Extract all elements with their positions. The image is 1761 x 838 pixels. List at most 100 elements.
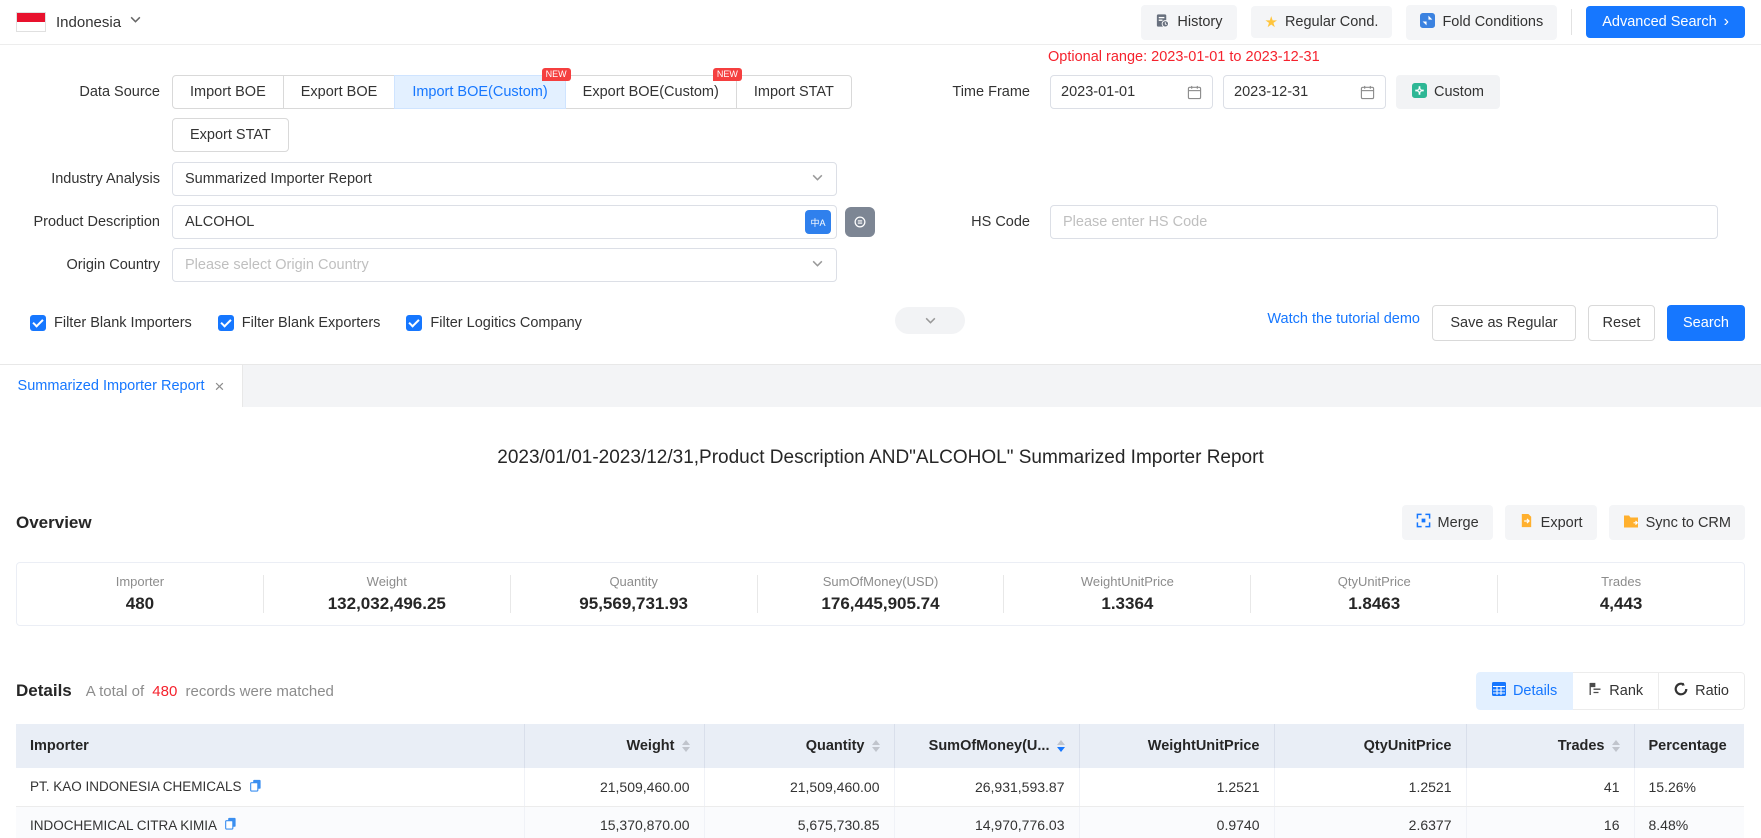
sync-to-crm-label: Sync to CRM xyxy=(1646,515,1731,531)
checkbox-label: Filter Blank Importers xyxy=(54,315,192,331)
tab-summarized-importer-report[interactable]: Summarized Importer Report × xyxy=(0,365,243,407)
reset-button[interactable]: Reset xyxy=(1588,305,1655,341)
option-label: Import BOE xyxy=(190,84,266,100)
history-label: History xyxy=(1177,14,1222,30)
col-quantity[interactable]: Quantity xyxy=(704,724,894,768)
product-description-input[interactable] xyxy=(172,205,837,239)
country-selector-label[interactable]: Indonesia xyxy=(56,14,121,31)
regular-cond-label: Regular Cond. xyxy=(1285,14,1379,30)
calendar-icon xyxy=(1187,85,1202,100)
origin-country-label: Origin Country xyxy=(0,257,172,273)
data-source-import-boe[interactable]: Import BOE xyxy=(172,75,284,109)
stat-value: 4,443 xyxy=(1600,594,1643,614)
cell-weight: 15,370,870.00 xyxy=(524,806,704,838)
overview-stats-card: Importer 480 Weight 132,032,496.25 Quant… xyxy=(16,562,1745,626)
importer-details-table: Importer Weight Quantity SumOfMoney(U...… xyxy=(16,724,1744,838)
stat-value: 1.3364 xyxy=(1101,594,1153,614)
export-button[interactable]: Export xyxy=(1505,505,1597,540)
data-source-export-boe-custom[interactable]: Export BOE(Custom) NEW xyxy=(565,75,737,109)
view-switcher: Details Rank Ratio xyxy=(1476,672,1745,710)
option-label: Export BOE(Custom) xyxy=(583,84,719,100)
cell-percentage: 15.26% xyxy=(1634,768,1744,806)
cell-quantity: 21,509,460.00 xyxy=(704,768,894,806)
importer-name-link[interactable]: INDOCHEMICAL CITRA KIMIA xyxy=(30,818,217,833)
overview-heading: Overview xyxy=(16,513,92,533)
date-to-field[interactable]: 2023-12-31 xyxy=(1223,75,1386,109)
col-weight-unit-price: WeightUnitPrice xyxy=(1079,724,1274,768)
view-label: Ratio xyxy=(1695,683,1729,699)
col-label: Quantity xyxy=(806,738,865,754)
chevron-down-icon[interactable] xyxy=(129,13,142,31)
divider xyxy=(1571,9,1572,35)
col-sum-of-money[interactable]: SumOfMoney(U... xyxy=(894,724,1079,768)
exact-match-icon[interactable] xyxy=(845,207,875,237)
data-source-export-stat[interactable]: Export STAT xyxy=(172,118,289,152)
view-ratio-button[interactable]: Ratio xyxy=(1659,672,1745,710)
sort-icon[interactable] xyxy=(1612,740,1620,752)
filter-blank-exporters-checkbox[interactable]: Filter Blank Exporters xyxy=(218,315,381,331)
expand-conditions-button[interactable] xyxy=(895,307,965,334)
top-bar: Indonesia History ★ Regular Cond. Fold C… xyxy=(0,0,1761,45)
hs-code-input[interactable] xyxy=(1050,205,1718,239)
industry-analysis-value: Summarized Importer Report xyxy=(185,171,811,187)
chevron-down-icon xyxy=(811,257,824,274)
tutorial-demo-link[interactable]: Watch the tutorial demo xyxy=(1267,311,1420,327)
checkbox-checked-icon xyxy=(406,315,422,331)
search-button[interactable]: Search xyxy=(1667,305,1745,341)
history-button[interactable]: History xyxy=(1141,5,1236,40)
col-label: Percentage xyxy=(1649,738,1727,754)
origin-country-select[interactable]: Please select Origin Country xyxy=(172,248,837,282)
custom-label: Custom xyxy=(1434,84,1484,100)
chevron-right-icon: › xyxy=(1724,14,1729,30)
sync-to-crm-button[interactable]: Sync to CRM xyxy=(1609,505,1745,540)
col-label: QtyUnitPrice xyxy=(1364,738,1452,754)
translate-icon[interactable]: 中A xyxy=(805,210,831,234)
table-header-row: Importer Weight Quantity SumOfMoney(U...… xyxy=(16,724,1744,768)
stat-quantity: Quantity 95,569,731.93 xyxy=(511,574,757,614)
stat-value: 176,445,905.74 xyxy=(821,594,939,614)
advanced-search-button[interactable]: Advanced Search › xyxy=(1586,6,1745,38)
data-source-export-boe[interactable]: Export BOE xyxy=(283,75,396,109)
data-source-import-boe-custom[interactable]: Import BOE(Custom) NEW xyxy=(394,75,565,109)
industry-analysis-select[interactable]: Summarized Importer Report xyxy=(172,162,837,196)
date-from-field[interactable]: 2023-01-01 xyxy=(1050,75,1213,109)
sort-icon[interactable] xyxy=(682,740,690,752)
origin-country-placeholder: Please select Origin Country xyxy=(185,257,811,273)
col-trades[interactable]: Trades xyxy=(1466,724,1634,768)
filter-blank-importers-checkbox[interactable]: Filter Blank Importers xyxy=(30,315,192,331)
view-details-button[interactable]: Details xyxy=(1476,672,1573,710)
close-icon[interactable]: × xyxy=(215,378,225,395)
copy-icon[interactable] xyxy=(224,817,237,833)
rank-icon xyxy=(1588,682,1602,700)
stat-sum-of-money: SumOfMoney(USD) 176,445,905.74 xyxy=(758,574,1004,614)
tab-label: Summarized Importer Report xyxy=(18,378,205,394)
optional-range-hint: Optional range: 2023-01-01 to 2023-12-31 xyxy=(1048,49,1320,65)
sort-icon[interactable] xyxy=(872,740,880,752)
view-rank-button[interactable]: Rank xyxy=(1573,672,1659,710)
filter-logitics-company-checkbox[interactable]: Filter Logitics Company xyxy=(406,315,582,331)
total-count: 480 xyxy=(152,683,177,700)
copy-icon[interactable] xyxy=(249,779,262,795)
stat-label: Weight xyxy=(367,574,407,589)
chevron-down-icon xyxy=(924,314,937,327)
cell-qty-unit-price: 2.6377 xyxy=(1274,806,1466,838)
sort-desc-icon[interactable] xyxy=(1057,740,1065,752)
table-row: INDOCHEMICAL CITRA KIMIA 15,370,870.00 5… xyxy=(16,806,1744,838)
save-as-regular-button[interactable]: Save as Regular xyxy=(1432,305,1576,341)
cell-trades: 41 xyxy=(1466,768,1634,806)
stat-weight: Weight 132,032,496.25 xyxy=(264,574,510,614)
stat-label: QtyUnitPrice xyxy=(1338,574,1411,589)
cell-percentage: 8.48% xyxy=(1634,806,1744,838)
regular-cond-button[interactable]: ★ Regular Cond. xyxy=(1251,6,1393,38)
importer-name-link[interactable]: PT. KAO INDONESIA CHEMICALS xyxy=(30,779,242,794)
custom-range-button[interactable]: Custom xyxy=(1396,75,1500,109)
new-badge: NEW xyxy=(713,68,742,81)
checkbox-checked-icon xyxy=(30,315,46,331)
data-source-import-stat[interactable]: Import STAT xyxy=(736,75,852,109)
col-weight[interactable]: Weight xyxy=(524,724,704,768)
merge-button[interactable]: Merge xyxy=(1402,505,1493,540)
stat-qty-unit-price: QtyUnitPrice 1.8463 xyxy=(1251,574,1497,614)
stat-value: 480 xyxy=(126,594,154,614)
time-frame-label: Time Frame xyxy=(880,84,1042,100)
fold-conditions-button[interactable]: Fold Conditions xyxy=(1406,5,1557,40)
